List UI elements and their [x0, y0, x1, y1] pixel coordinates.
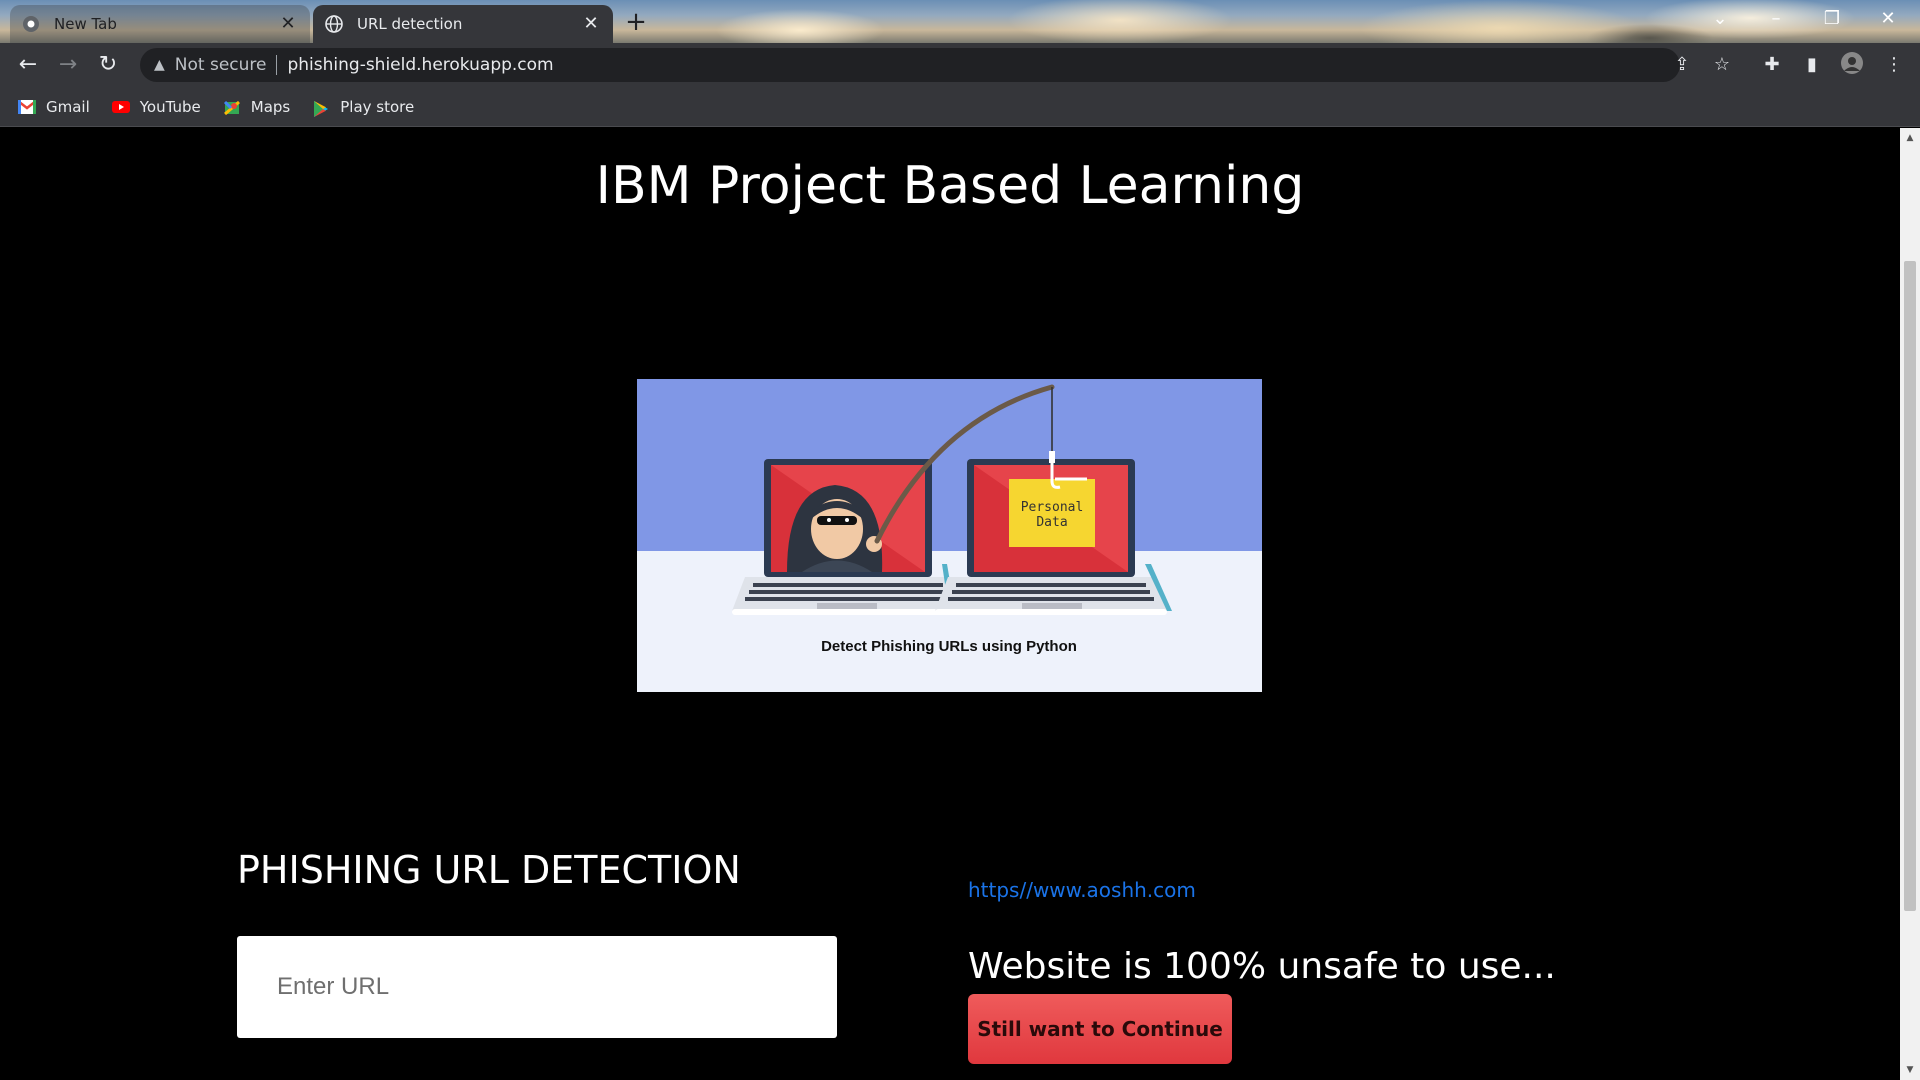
bookmark-gmail[interactable]: Gmail: [17, 97, 90, 116]
tab-search-icon[interactable]: ⌄: [1692, 0, 1748, 38]
close-tab-icon[interactable]: ✕: [581, 14, 601, 34]
bookmark-play-store[interactable]: Play store: [312, 97, 415, 117]
side-panel-icon[interactable]: ▮: [1798, 51, 1826, 79]
url-input[interactable]: [237, 936, 837, 1038]
bookmark-star-icon[interactable]: ☆: [1708, 51, 1736, 79]
scrollbar-thumb[interactable]: [1904, 261, 1916, 911]
note-text-1: Personal: [1021, 500, 1084, 515]
minimize-button[interactable]: –: [1748, 0, 1804, 38]
bookmark-label: Maps: [250, 97, 291, 116]
maps-icon: [223, 100, 241, 115]
address-bar[interactable]: ▲ Not secure phishing-shield.herokuapp.c…: [140, 48, 1680, 82]
address-separator: [276, 55, 278, 75]
scroll-up-icon[interactable]: ▲: [1904, 132, 1916, 144]
bookmark-youtube[interactable]: YouTube: [111, 97, 201, 116]
youtube-icon: [111, 100, 130, 114]
globe-icon: [325, 15, 343, 33]
chrome-icon: [22, 15, 40, 33]
new-tab-button[interactable]: +: [622, 8, 650, 36]
warning-icon[interactable]: ▲: [154, 57, 165, 73]
checked-url-link[interactable]: https//www.aoshh.com: [968, 878, 1196, 902]
page-content: IBM Project Based Learning Personal Data…: [0, 128, 1900, 1080]
browser-titlebar: New Tab ✕ URL detection ✕ + ⌄ – ❐ ✕: [0, 0, 1920, 43]
scroll-down-icon[interactable]: ▼: [1904, 1064, 1916, 1076]
page-title: IBM Project Based Learning: [595, 156, 1305, 216]
close-tab-icon[interactable]: ✕: [278, 14, 298, 34]
phishing-illustration: Personal Data Detect Phishing URLs using…: [637, 379, 1262, 692]
hero-caption: Detect Phishing URLs using Python: [821, 638, 1077, 655]
bookmarks-bar: Gmail YouTube Maps Play store: [0, 87, 1920, 127]
address-url[interactable]: phishing-shield.herokuapp.com: [287, 55, 553, 75]
bookmark-maps[interactable]: Maps: [223, 98, 290, 116]
security-label[interactable]: Not secure: [175, 55, 267, 75]
tab-label: New Tab: [54, 15, 117, 33]
menu-icon[interactable]: ⋮: [1880, 51, 1908, 79]
tab-url-detection[interactable]: URL detection ✕: [313, 5, 613, 43]
note-text-2: Data: [1036, 515, 1067, 530]
page-scrollbar[interactable]: ▲ ▼: [1900, 128, 1920, 1080]
play-store-icon: [312, 100, 330, 117]
bookmark-label: YouTube: [139, 97, 201, 116]
tab-new-tab[interactable]: New Tab ✕: [10, 5, 310, 43]
hero-illustration: Personal Data Detect Phishing URLs using…: [637, 379, 1262, 692]
bookmark-label: Play store: [340, 97, 415, 116]
close-window-button[interactable]: ✕: [1860, 0, 1916, 38]
restore-button[interactable]: ❐: [1804, 0, 1860, 38]
browser-toolbar: ← → ↻ ▲ Not secure phishing-shield.herok…: [0, 43, 1920, 87]
back-button[interactable]: ←: [14, 51, 42, 79]
avatar[interactable]: [1838, 51, 1866, 79]
reload-button[interactable]: ↻: [94, 51, 122, 79]
share-icon[interactable]: ⇪: [1668, 51, 1696, 79]
gmail-icon: [17, 99, 37, 114]
forward-button[interactable]: →: [54, 51, 82, 79]
verdict-text: Website is 100% unsafe to use...: [968, 946, 1556, 987]
detector-title: PHISHING URL DETECTION: [237, 848, 741, 892]
bookmark-label: Gmail: [46, 97, 90, 116]
tab-label: URL detection: [357, 15, 463, 33]
continue-button[interactable]: Still want to Continue: [968, 994, 1232, 1064]
extensions-icon[interactable]: ✚: [1758, 51, 1786, 79]
